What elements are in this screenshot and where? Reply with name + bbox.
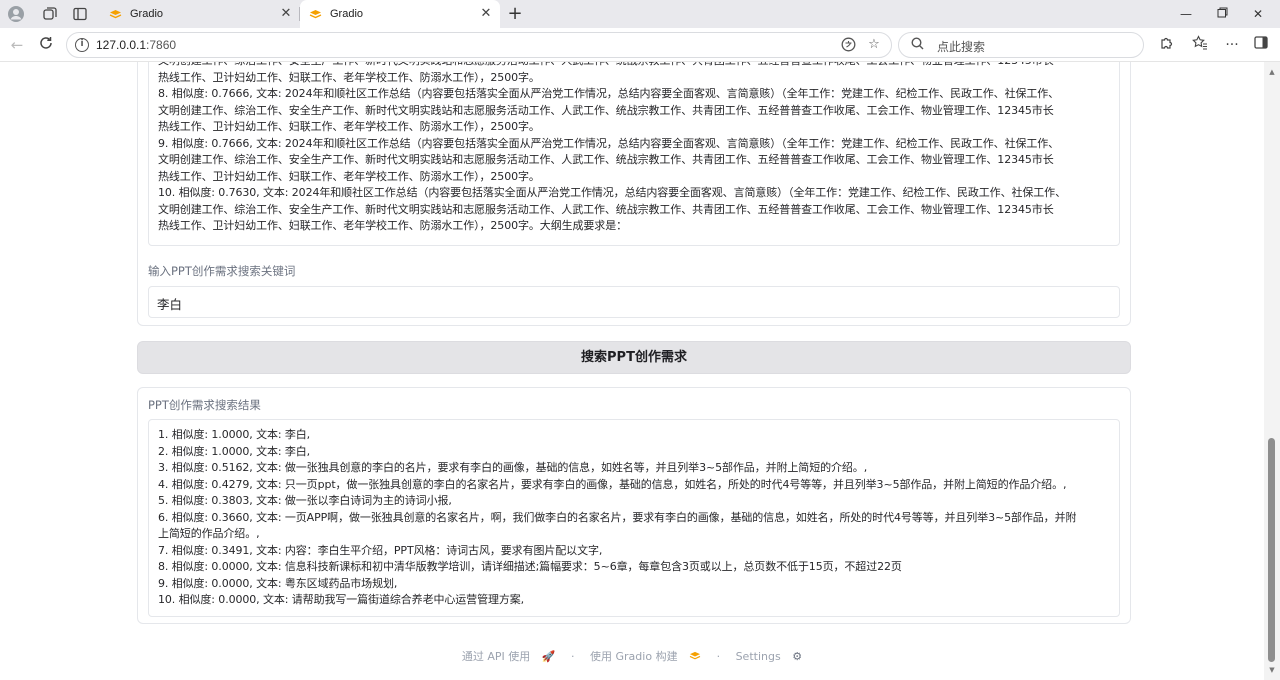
text-line: 6. 相似度: 0.3660, 文本: 一页APP啊，做一张独具创意的名家名片，… [158,510,1077,524]
tab-bar: Gradio ✕ Gradio ✕ + — ✕ [0,0,1280,28]
extensions-icon[interactable] [1156,35,1176,55]
scroll-up-icon[interactable]: ▲ [1268,68,1276,76]
text-line: 热线工作、卫计妇幼工作、妇联工作、老年学校工作、防溺水工作），2500字。 [158,120,540,133]
text-line: 5. 相似度: 0.3803, 文本: 做一张以李白诗词为主的诗词小报, [158,494,452,507]
navigation-bar: ← i 127.0.0.1:7860 ☆ 点此搜索 ··· [0,28,1280,62]
search-box[interactable]: 点此搜索 [898,32,1144,58]
results-textarea[interactable]: 1. 相似度: 1.0000, 文本: 李白, 2. 相似度: 1.0000, 文… [148,419,1120,617]
text-line: 9. 相似度: 0.0000, 文本: 粤东区域药品市场规划, [158,576,398,590]
reload-icon[interactable] [36,35,56,55]
page-scrollbar[interactable]: ▲ ▼ [1264,62,1280,680]
footer-separator: · [716,650,721,663]
workspaces-icon[interactable] [40,4,60,24]
gradio-favicon-icon [308,7,322,21]
results-panel: PPT创作需求搜索结果 1. 相似度: 1.0000, 文本: 李白, 2. 相似… [137,387,1131,624]
outline-results-text: 文明创建工作、综治工作、安全生产工作、新时代文明实践站和志愿服务活动工作、人武工… [158,62,1066,235]
results-text: 1. 相似度: 1.0000, 文本: 李白, 2. 相似度: 1.0000, 文… [158,427,1076,609]
tab-gradio-1[interactable]: Gradio ✕ [100,0,300,28]
footer: 通过 API 使用 🚀 · 使用 Gradio 构建 · Settings ⚙ [0,648,1264,664]
text-line: 热线工作、卫计妇幼工作、妇联工作、老年学校工作、防溺水工作），2500字。 [158,169,540,183]
api-link[interactable]: 通过 API 使用 🚀 [458,650,560,663]
text-line: 2. 相似度: 1.0000, 文本: 李白, [158,444,311,458]
tab-close-icon[interactable]: ✕ [478,6,494,22]
close-window-icon[interactable]: ✕ [1248,4,1268,24]
gradio-logo-icon [689,650,705,663]
tab-close-icon[interactable]: ✕ [278,6,294,22]
favorites-icon[interactable] [1190,35,1210,55]
favorite-star-icon[interactable]: ☆ [866,37,882,53]
footer-separator: · [571,650,575,663]
scroll-down-icon[interactable]: ▼ [1268,666,1276,674]
gradio-page: 文明创建工作、综治工作、安全生产工作、新时代文明实践站和志愿服务活动工作、人武工… [0,62,1264,680]
more-menu-icon[interactable]: ··· [1222,35,1242,55]
text-line: 文明创建工作、综治工作、安全生产工作、新时代文明实践站和志愿服务活动工作、人武工… [158,62,1066,70]
tab-title: Gradio [130,8,164,20]
settings-link[interactable]: Settings ⚙ [732,650,807,663]
outline-results-textarea[interactable]: 文明创建工作、综治工作、安全生产工作、新时代文明实践站和志愿服务活动工作、人武工… [148,62,1120,246]
tab-gradio-2[interactable]: Gradio ✕ [300,0,500,28]
gear-icon: ⚙ [792,650,803,663]
translate-icon[interactable] [840,37,856,53]
text-line: 3. 相似度: 0.5162, 文本: 做一张独具创意的李白的名片，要求有李白的… [158,461,868,474]
scroll-thumb[interactable] [1268,438,1275,662]
text-line: 热线工作、卫计妇幼工作、妇联工作、老年学校工作、防溺水工作），2500字。 [158,70,540,84]
gradio-link[interactable]: 使用 Gradio 构建 [586,650,709,663]
text-line: 8. 相似度: 0.7666, 文本: 2024年和顺社区工作总结（内容要包括落… [158,87,1060,100]
address-bar[interactable]: i 127.0.0.1:7860 ☆ [66,32,892,58]
tab-actions-icon[interactable] [70,4,90,24]
text-line: 热线工作、卫计妇幼工作、妇联工作、老年学校工作、防溺水工作），2500字。大纲生… [158,219,627,232]
text-line: 10. 相似度: 0.0000, 文本: 请帮助我写一篇街道综合养老中心运营管理… [158,593,525,606]
rocket-icon: 🚀 [541,650,556,663]
text-line: 上简短的作品介绍。, [158,527,260,540]
back-icon[interactable]: ← [7,35,27,55]
text-line: 文明创建工作、综治工作、安全生产工作、新时代文明实践站和志愿服务活动工作、人武工… [158,202,1054,216]
gradio-favicon-icon [108,7,122,21]
text-line: 4. 相似度: 0.4279, 文本: 只一页ppt，做一张独具创意的李白的名家… [158,477,1067,491]
text-line: 7. 相似度: 0.3491, 文本: 内容：李白生平介绍，PPT风格：诗词古风… [158,543,603,557]
outline-panel: 文明创建工作、综治工作、安全生产工作、新时代文明实践站和志愿服务活动工作、人武工… [137,62,1131,326]
tab-title: Gradio [330,8,364,20]
profile-icon[interactable] [6,4,26,24]
text-line: 1. 相似度: 1.0000, 文本: 李白, [158,428,311,441]
search-ppt-button[interactable]: 搜索PPT创作需求 [137,341,1131,374]
maximize-icon[interactable] [1212,4,1232,24]
search-placeholder: 点此搜索 [937,40,986,54]
minimize-icon[interactable]: — [1176,4,1196,24]
keyword-input[interactable]: 李白 [148,286,1120,318]
sidebar-toggle-icon[interactable] [1251,35,1271,55]
text-line: 9. 相似度: 0.7666, 文本: 2024年和顺社区工作总结（内容要包括落… [158,136,1060,150]
search-icon [911,37,927,53]
text-line: 10. 相似度: 0.7630, 文本: 2024年和顺社区工作总结（内容要包括… [158,186,1066,199]
url-text: 127.0.0.1:7860 [96,38,177,52]
new-tab-icon[interactable]: + [505,4,525,24]
results-label: PPT创作需求搜索结果 [148,398,261,412]
keyword-label: 输入PPT创作需求搜索关键词 [148,264,296,278]
text-line: 8. 相似度: 0.0000, 文本: 信息科技新课标和初中清华版教学培训，请详… [158,560,902,573]
site-info-icon[interactable]: i [75,38,89,52]
text-line: 文明创建工作、综治工作、安全生产工作、新时代文明实践站和志愿服务活动工作、人武工… [158,153,1054,166]
keyword-value: 李白 [157,297,183,312]
text-line: 文明创建工作、综治工作、安全生产工作、新时代文明实践站和志愿服务活动工作、人武工… [158,103,1054,117]
